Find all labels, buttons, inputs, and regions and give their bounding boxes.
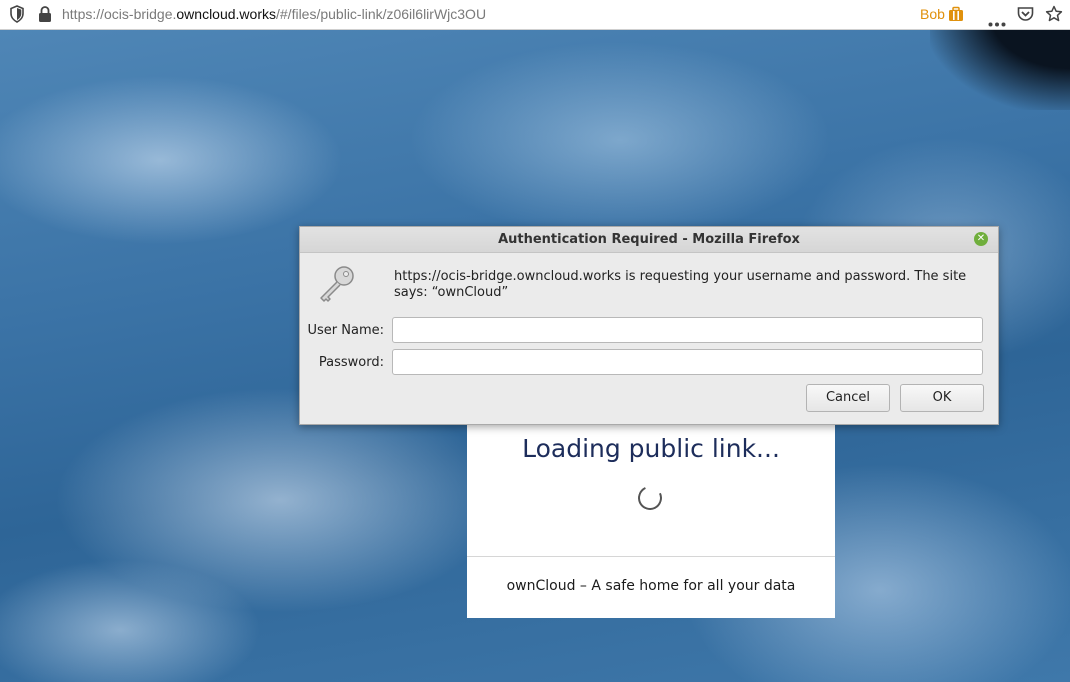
- url-bar[interactable]: https://ocis-bridge.owncloud.works/#/fil…: [62, 0, 486, 29]
- lock-icon[interactable]: [38, 5, 52, 27]
- loading-title: Loading public link...: [522, 434, 780, 463]
- footer-tagline: ownCloud – A safe home for all your data: [506, 578, 796, 594]
- shield-icon[interactable]: [9, 5, 25, 27]
- container-label[interactable]: Bob: [920, 0, 945, 29]
- url-path: /#/files/public-link/z06il6lirWjc3OU: [276, 6, 487, 22]
- password-label: Password:: [318, 355, 384, 370]
- loading-card: Loading public link... ownCloud – A safe…: [467, 400, 835, 618]
- password-field[interactable]: [392, 349, 983, 375]
- username-label: User Name:: [307, 323, 385, 338]
- dialog-message: https://ocis-bridge.owncloud.works is re…: [394, 269, 967, 300]
- space-corner: [930, 30, 1070, 110]
- loading-spinner-icon: [634, 482, 666, 514]
- close-icon[interactable]: ✕: [974, 232, 988, 246]
- dialog-title: Authentication Required - Mozilla Firefo…: [498, 232, 800, 247]
- browser-toolbar: https://ocis-bridge.owncloud.works/#/fil…: [0, 0, 1070, 30]
- briefcase-icon[interactable]: [948, 6, 964, 26]
- url-domain: owncloud.works: [176, 6, 276, 22]
- auth-dialog: Authentication Required - Mozilla Firefo…: [299, 226, 999, 425]
- ok-button[interactable]: OK: [900, 384, 984, 412]
- bookmark-star-icon[interactable]: [1045, 5, 1063, 27]
- cancel-button[interactable]: Cancel: [806, 384, 890, 412]
- more-icon[interactable]: [988, 12, 1006, 31]
- username-field[interactable]: [392, 317, 983, 343]
- url-prefix: https://ocis-bridge.: [62, 6, 177, 22]
- divider: [467, 556, 835, 557]
- key-icon: [316, 263, 358, 309]
- pocket-icon[interactable]: [1017, 6, 1034, 26]
- dialog-titlebar[interactable]: Authentication Required - Mozilla Firefo…: [300, 227, 998, 253]
